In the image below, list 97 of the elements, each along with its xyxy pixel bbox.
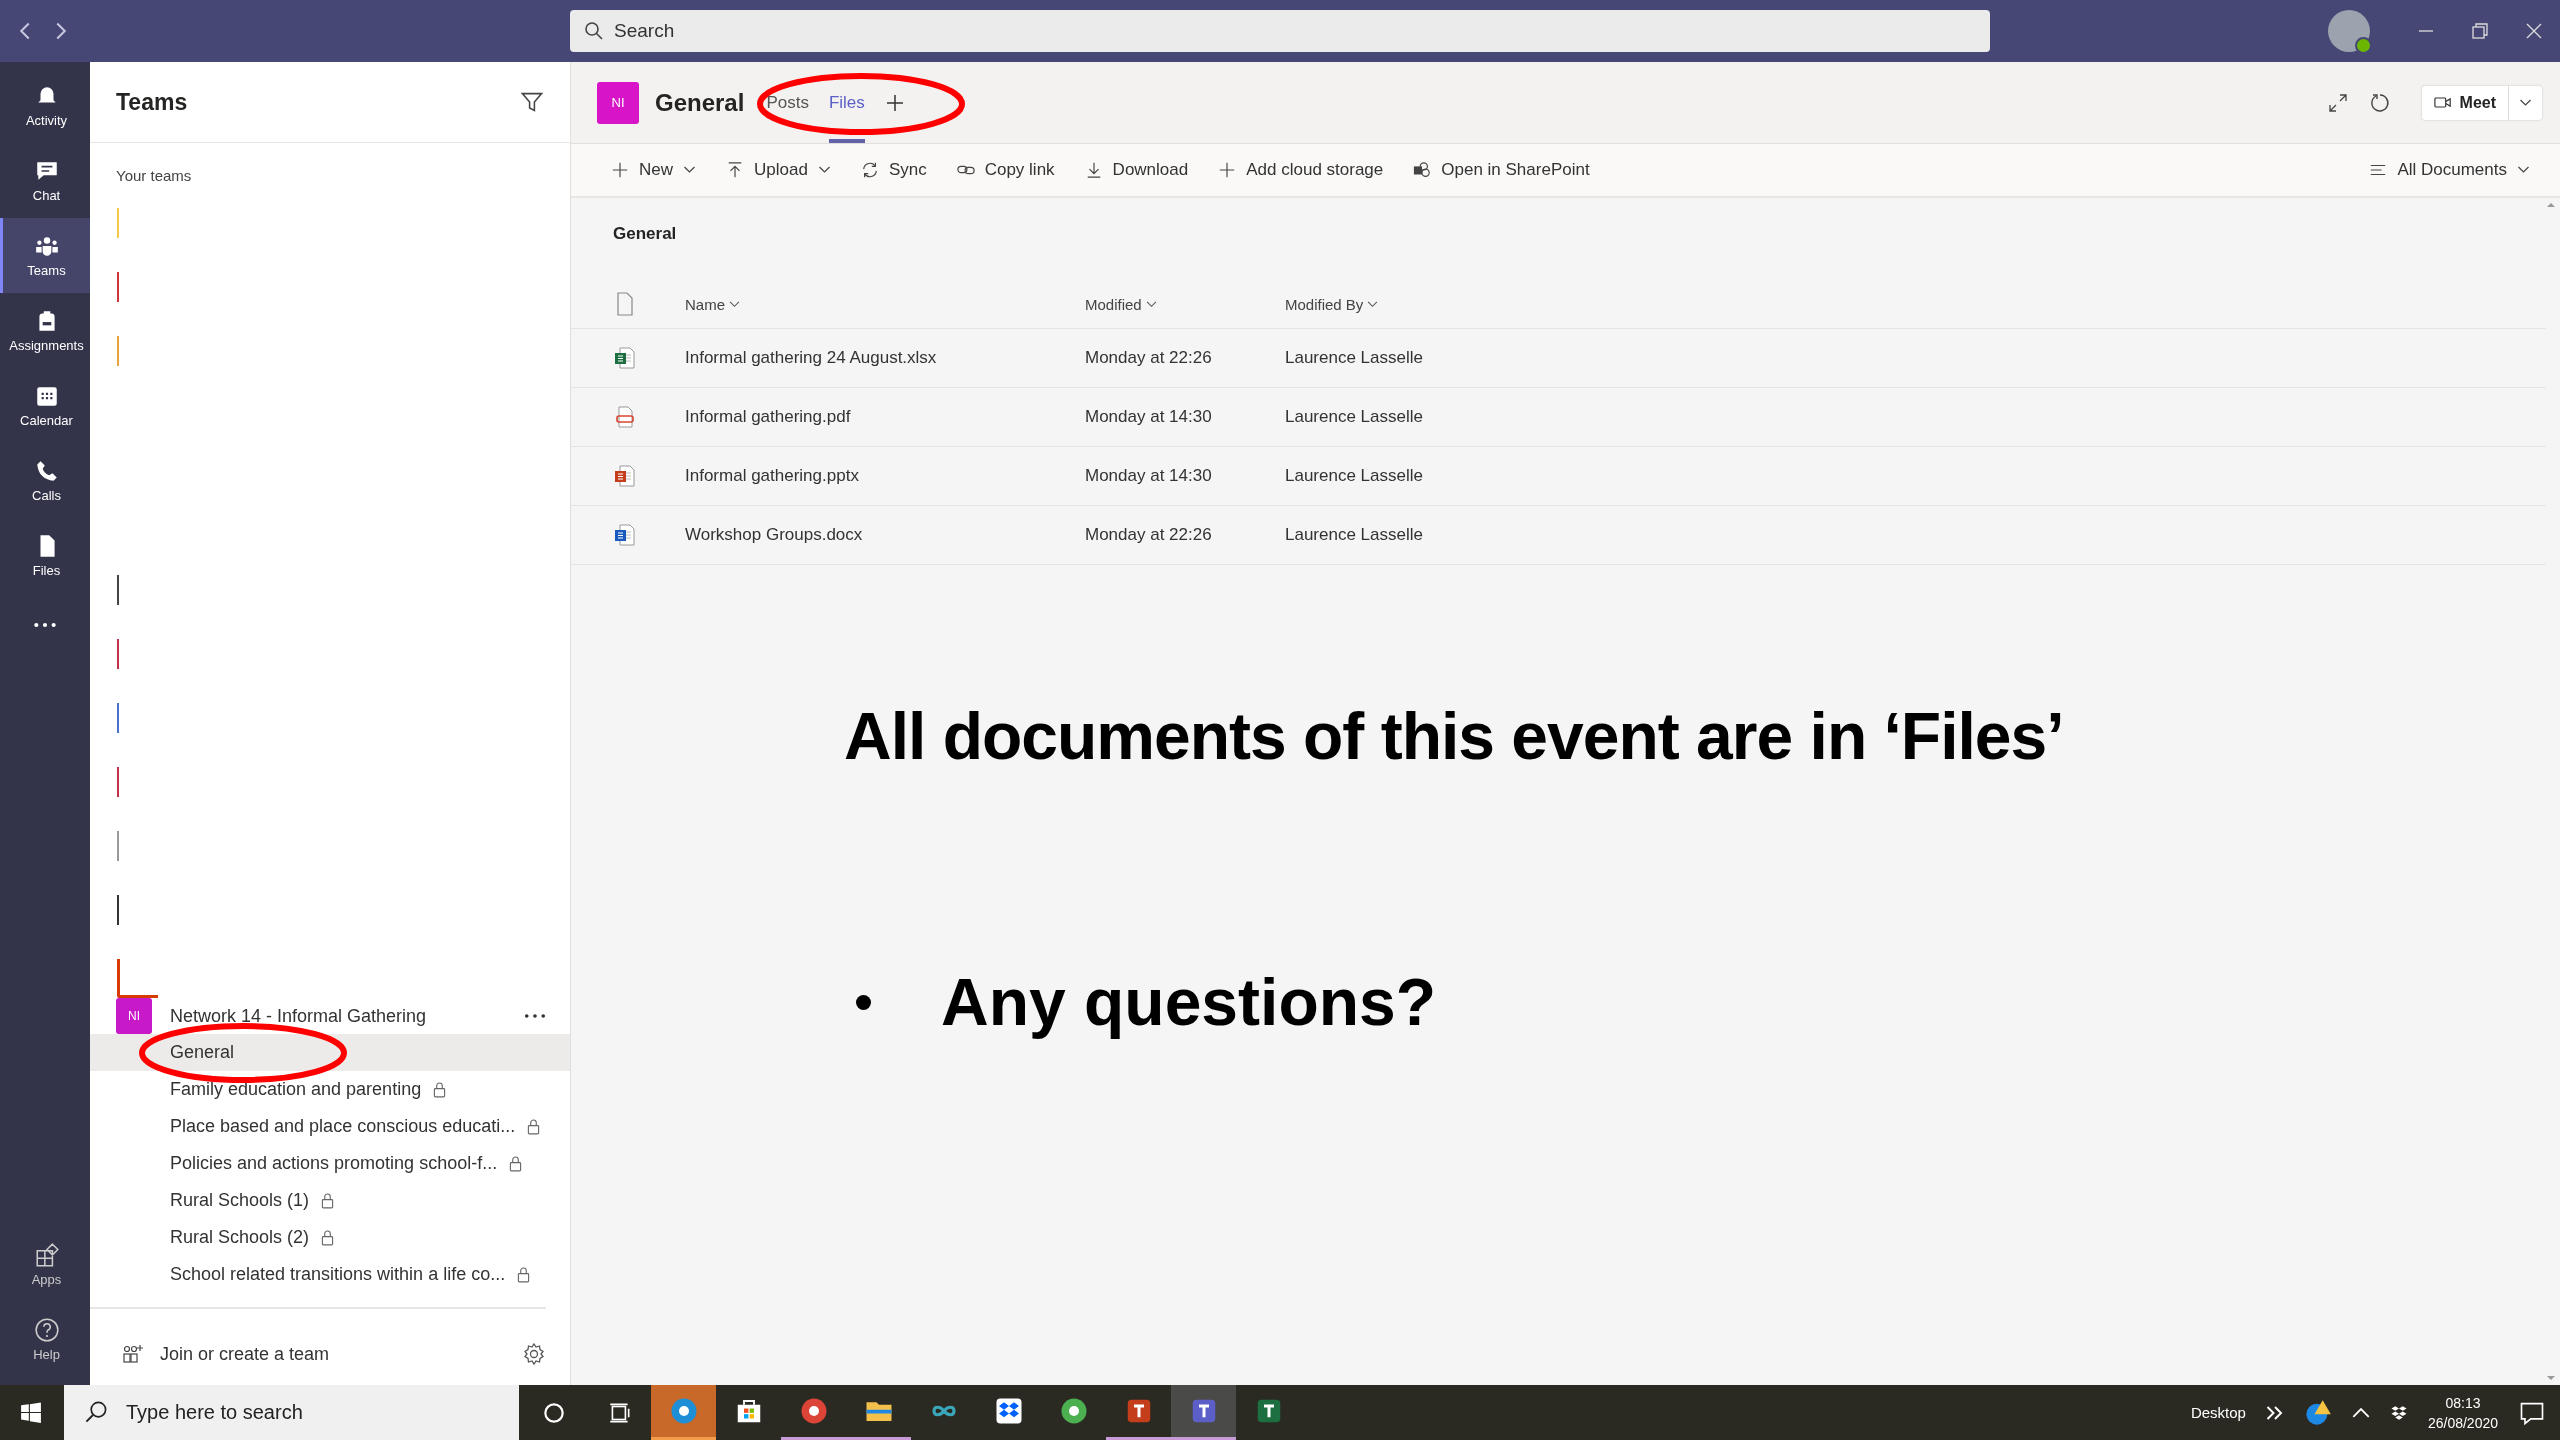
- toolbar-button[interactable]: New: [611, 160, 696, 180]
- team-avatar: NI: [116, 998, 152, 1034]
- rail-item[interactable]: Calls: [0, 443, 90, 518]
- apps-icon: [33, 1242, 60, 1268]
- toolbar-button[interactable]: Add cloud storage: [1218, 160, 1384, 180]
- file-row[interactable]: Informal gathering.pdf Monday at 14:30 Laurence Lasselle: [571, 388, 2546, 447]
- dropbox-icon[interactable]: [2389, 1404, 2408, 1421]
- slide-bullet-text: Any questions?: [941, 964, 1437, 1040]
- document-file-icon: [613, 523, 637, 547]
- search-icon: [584, 21, 604, 41]
- plus-icon: [611, 161, 629, 179]
- slide-heading: All documents of this event are in ‘Files’: [844, 698, 2064, 774]
- sync-icon: [860, 161, 879, 179]
- scroll-up-arrow-icon[interactable]: [2546, 202, 2556, 208]
- file-name[interactable]: Informal gathering.pptx: [685, 466, 1085, 486]
- chevron-down-icon: [729, 300, 740, 308]
- desktop-toolbar-label[interactable]: Desktop: [2190, 1404, 2246, 1421]
- video-camera-icon: [2433, 95, 2452, 110]
- column-header[interactable]: Modified: [1085, 295, 1285, 313]
- toolbar-button[interactable]: Sync: [860, 160, 927, 180]
- team-item[interactable]: NI Network 14 - Informal Gathering: [90, 998, 570, 1034]
- channel-item[interactable]: Family education and parenting: [90, 1071, 546, 1108]
- spreadsheet-file-icon: [613, 346, 637, 370]
- rail-item[interactable]: Calendar: [0, 368, 90, 443]
- table-cell-text: Laurence Lasselle: [1285, 525, 1424, 545]
- rail-item[interactable]: Chat: [0, 143, 90, 218]
- file-row[interactable]: Informal gathering 24 August.xlsx Monday at 22:26 Laurence Lasselle: [571, 329, 2546, 388]
- filter-icon[interactable]: [520, 90, 544, 114]
- toolbar-button[interactable]: Open in SharePoint: [1413, 160, 1590, 180]
- add-tab-icon[interactable]: [884, 92, 905, 113]
- chevron-down-icon: [2517, 166, 2530, 174]
- add-people-icon: [122, 1344, 144, 1364]
- table-cell-text: Monday at 14:30: [1085, 407, 1213, 427]
- presentation-file-icon: [613, 464, 637, 488]
- channel-avatar: NI: [597, 81, 639, 124]
- channel-item[interactable]: Policies and actions promoting school-f...: [90, 1145, 546, 1182]
- rail-item[interactable]: Assignments: [0, 293, 90, 368]
- windows-start-icon[interactable]: [20, 1401, 42, 1424]
- table-cell-text: Monday at 22:26: [1085, 348, 1213, 368]
- toolbar-button[interactable]: Download: [1084, 160, 1189, 180]
- channel-item[interactable]: General: [90, 1034, 570, 1071]
- file-name[interactable]: Informal gathering.pdf: [685, 407, 1085, 427]
- toolbar-button[interactable]: Copy link: [956, 160, 1055, 180]
- close-icon[interactable]: [2524, 21, 2544, 41]
- rail-item[interactable]: Teams: [0, 218, 90, 293]
- restore-icon[interactable]: [2470, 21, 2490, 41]
- file-name[interactable]: Workshop Groups.docx: [685, 525, 1085, 545]
- settings-icon[interactable]: [522, 1342, 546, 1366]
- channel-item[interactable]: Rural Schools (1): [90, 1182, 546, 1219]
- clock[interactable]: 08:13 26/08/2020: [2427, 1392, 2498, 1433]
- table-cell-text: Monday at 22:26: [1085, 525, 1213, 545]
- file-row[interactable]: Informal gathering.pptx Monday at 14:30 Laurence Lasselle: [571, 447, 2546, 506]
- expand-icon[interactable]: [2327, 92, 2348, 113]
- section-label: Your teams: [115, 167, 193, 184]
- sharepoint-icon: [1413, 161, 1432, 179]
- view-selector[interactable]: All Documents: [2369, 160, 2530, 180]
- channel-tab[interactable]: Posts: [766, 62, 809, 143]
- taskbar-search-field[interactable]: Type here to search: [64, 1385, 519, 1440]
- more-options-icon[interactable]: [524, 1013, 546, 1019]
- bullet-icon: [856, 994, 871, 1010]
- channel-item[interactable]: Place based and place conscious educati...: [90, 1108, 546, 1145]
- scroll-down-arrow-icon[interactable]: [2546, 1375, 2556, 1381]
- file-row[interactable]: Workshop Groups.docx Monday at 22:26 Laurence Lasselle: [571, 506, 2546, 565]
- help-icon: [33, 1317, 60, 1343]
- channel-item[interactable]: Rural Schools (2): [90, 1219, 546, 1256]
- warning-icon[interactable]: [2303, 1398, 2332, 1427]
- team-name: Network 14 - Informal Gathering: [170, 1005, 428, 1027]
- join-team-link[interactable]: Join or create a team: [122, 1343, 330, 1365]
- channel-title: General: [655, 88, 745, 117]
- table-cell-text: Laurence Lasselle: [1285, 348, 1424, 368]
- search-field[interactable]: Search: [570, 10, 1990, 52]
- table-cell-text: Laurence Lasselle: [1285, 466, 1424, 486]
- rail-item[interactable]: Help: [0, 1302, 90, 1377]
- double-chevron-icon[interactable]: [2265, 1404, 2284, 1421]
- column-header[interactable]: Modified By: [1285, 295, 2546, 313]
- folder-title: General: [612, 224, 678, 244]
- more-apps-icon[interactable]: [32, 621, 58, 629]
- plus-icon: [1218, 161, 1237, 179]
- chevron-down-icon: [1367, 300, 1379, 308]
- refresh-icon[interactable]: [2369, 92, 2390, 113]
- upload-icon: [726, 161, 744, 179]
- table-cell-text: Monday at 14:30: [1085, 466, 1213, 486]
- toolbar-button[interactable]: Upload: [726, 160, 831, 180]
- rail-item[interactable]: Files: [0, 518, 90, 593]
- rail-item[interactable]: Apps: [0, 1227, 90, 1302]
- chevron-down-icon: [1145, 300, 1157, 308]
- rail-item[interactable]: Activity: [0, 68, 90, 143]
- file-name[interactable]: Informal gathering 24 August.xlsx: [685, 348, 1085, 368]
- channel-item[interactable]: School related transitions within a life co...: [90, 1256, 546, 1293]
- search-icon: [84, 1400, 108, 1424]
- available-status-icon: [2355, 37, 2372, 54]
- user-avatar[interactable]: [2328, 10, 2370, 52]
- table-cell-text: Laurence Lasselle: [1285, 407, 1424, 427]
- panel-title: Teams: [116, 88, 188, 116]
- column-header[interactable]: Name: [685, 295, 1085, 313]
- chevron-down-icon: [2519, 98, 2532, 107]
- pdf-file-icon: [613, 405, 637, 429]
